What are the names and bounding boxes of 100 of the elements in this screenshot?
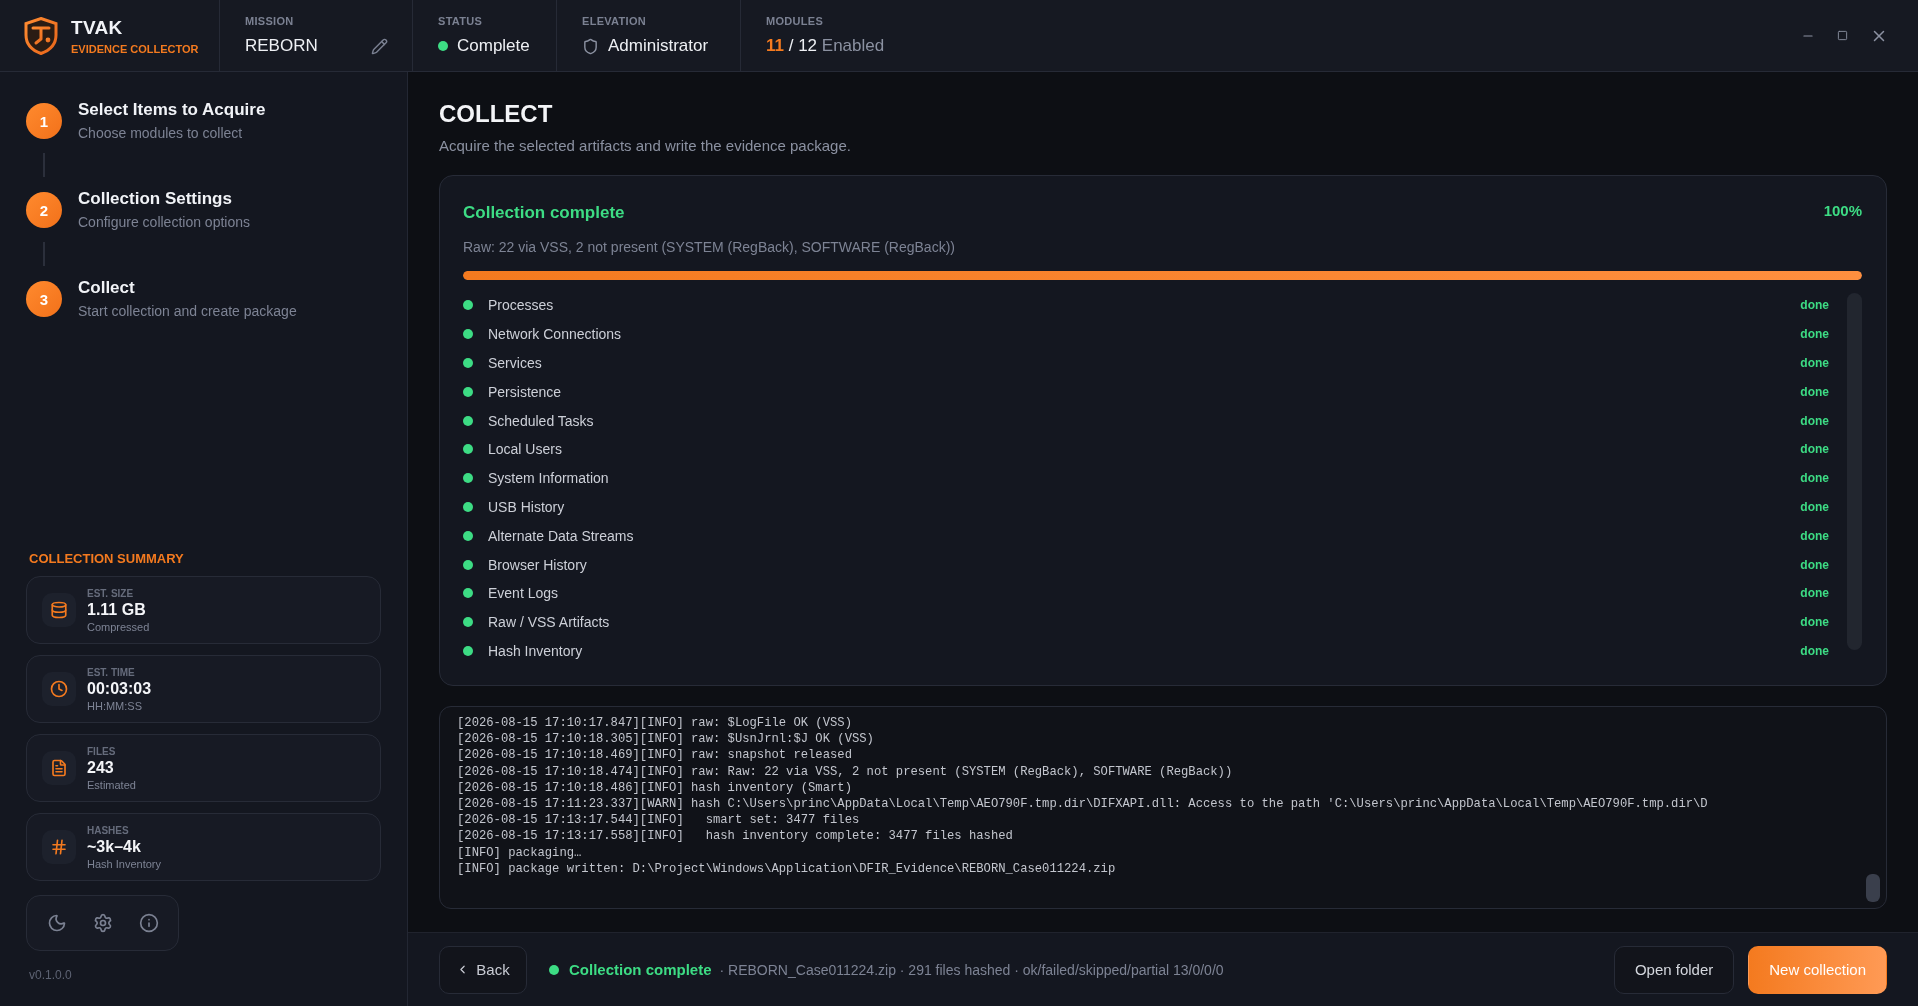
summary-label: EST. TIME [87, 666, 135, 678]
module-status: done [1800, 298, 1829, 313]
summary-label: HASHES [87, 824, 129, 836]
edit-icon[interactable] [371, 37, 388, 55]
module-status: done [1800, 586, 1829, 601]
step-title: Collect [78, 278, 135, 298]
back-button[interactable]: Back [439, 945, 527, 994]
module-status-dot [463, 300, 473, 311]
status-dot [438, 41, 448, 51]
step-subtitle: Configure collection options [78, 213, 250, 231]
module-status: done [1800, 557, 1829, 572]
summary-note: Compressed [87, 620, 150, 633]
modules-count: 11 / 12 Enabled [766, 36, 885, 56]
app-name: TVAK [71, 16, 123, 39]
module-status-dot [463, 559, 473, 570]
summary-value: ~3k–4k [87, 837, 141, 856]
module-status-dot [463, 358, 473, 368]
footer-status: Collection complete [569, 961, 712, 978]
summary-label: EST. SIZE [87, 587, 134, 599]
module-name: Local Users [488, 441, 562, 458]
module-status: done [1800, 413, 1829, 428]
module-name: System Information [488, 470, 609, 487]
page-description: Acquire the selected artifacts and write the evidence package. [439, 137, 851, 155]
shield-icon [582, 37, 599, 55]
elevation-value: Administrator [608, 36, 709, 56]
module-status-dot [463, 645, 473, 656]
summary-value: 1.11 GB [87, 600, 146, 619]
hash-icon [42, 830, 76, 864]
info-icon[interactable] [139, 913, 159, 933]
log-line: [2026-08-15 17:13:17.544][INFO] smart set: 3477 files [457, 812, 860, 829]
module-status-dot [463, 617, 473, 628]
field-label: MISSION [245, 15, 294, 27]
status-dot [549, 964, 559, 975]
moon-icon[interactable] [47, 913, 67, 933]
field-label: MODULES [766, 15, 824, 27]
module-status-dot [463, 588, 473, 599]
module-status: done [1800, 327, 1829, 342]
page-title: COLLECT [439, 100, 553, 128]
summary-value: 00:03:03 [87, 679, 152, 698]
summary-value: 243 [87, 758, 114, 777]
module-name: USB History [488, 498, 565, 515]
module-status-dot [463, 415, 473, 426]
summary-note: Hash Inventory [87, 857, 161, 870]
module-name: Alternate Data Streams [488, 527, 634, 544]
scrollbar-thumb[interactable] [1866, 874, 1880, 902]
step-number: 3 [26, 281, 62, 317]
module-status: done [1800, 442, 1829, 457]
module-name: Scheduled Tasks [488, 412, 594, 429]
log-line: [2026-08-15 17:10:18.474][INFO] raw: Raw: 22 via VSS, 2 not present (SYSTEM (RegBack), SOFTWARE (RegBack)) [457, 763, 1233, 780]
module-status: done [1800, 499, 1829, 514]
log-line: [2026-08-15 17:11:23.337][WARN] hash C:\Users\princ\AppData\Local\Temp\AEO790F.tmp.dir\DIFXAPI.dll: Access to the path 'C:\Users\princ\AppData\Local\Temp\AEO790F.tmp.dir\D [457, 796, 1708, 813]
module-status: done [1800, 528, 1829, 543]
module-status: done [1800, 615, 1829, 630]
progress-detail: Raw: 22 via VSS, 2 not present (SYSTEM (RegBack), SOFTWARE (RegBack)) [463, 238, 955, 256]
log-line: [2026-08-15 17:10:17.847][INFO] raw: $LogFile OK (VSS) [457, 715, 852, 732]
field-label: STATUS [438, 15, 483, 27]
settings-icon[interactable] [93, 913, 113, 933]
module-name: Browser History [488, 556, 587, 573]
module-status: done [1800, 356, 1829, 370]
footer-details: · REBORN_Case011224.zip · 291 files hashed · ok/failed/skipped/partial 13/0/0/0 [719, 961, 1224, 978]
summary-label: FILES [87, 745, 116, 757]
log-line: [2026-08-15 17:10:18.305][INFO] raw: $UsnJrnl:$J OK (VSS) [457, 731, 874, 748]
step-number: 2 [26, 192, 62, 228]
log-line: [INFO] package written: D:\Project\Windows\Application\DFIR_Evidence\REBORN_Case011224.zip [457, 860, 1116, 878]
app-tagline: EVIDENCE COLLECTOR [71, 42, 199, 55]
module-status-dot [463, 329, 473, 340]
module-name: Network Connections [488, 326, 622, 343]
step-subtitle: Choose modules to collect [78, 124, 243, 142]
module-status-dot [463, 530, 473, 541]
module-status-dot [463, 473, 473, 484]
open-folder-button[interactable]: Open folder [1613, 945, 1735, 994]
summary-heading: COLLECTION SUMMARY [29, 551, 184, 566]
module-name: Processes [488, 297, 554, 314]
module-status: done [1800, 384, 1829, 399]
module-status-dot [463, 501, 473, 512]
module-name: Services [488, 355, 542, 371]
summary-note: Estimated [87, 778, 136, 791]
progress-percent: 100% [1823, 201, 1862, 219]
progress-title: Collection complete [463, 202, 625, 224]
clock-icon [42, 672, 76, 706]
log-line: [2026-08-15 17:10:18.486][INFO] hash inventory (Smart) [457, 779, 852, 796]
module-name: Hash Inventory [488, 642, 583, 659]
module-status: done [1800, 643, 1829, 658]
log-line: [INFO] packaging… [457, 844, 582, 861]
summary-note: HH:MM:SS [87, 699, 142, 712]
log-line: [2026-08-15 17:13:17.558][INFO] hash inventory complete: 3477 files hashed [457, 828, 1013, 845]
mission-name: REBORN [245, 36, 318, 56]
module-status-dot [463, 444, 473, 455]
database-icon [42, 593, 76, 627]
step-title: Select Items to Acquire [78, 100, 266, 120]
maximize-icon[interactable] [1837, 30, 1848, 41]
step-number: 1 [26, 103, 62, 139]
module-name: Persistence [488, 383, 562, 400]
module-name: Event Logs [488, 585, 559, 602]
field-label: ELEVATION [582, 15, 647, 27]
document-icon [42, 751, 76, 785]
status-value: Complete [457, 36, 530, 56]
log-line: [2026-08-15 17:10:18.469][INFO] raw: snapshot released [457, 747, 852, 764]
logo-icon [24, 16, 58, 55]
version-label: v0.1.0.0 [29, 968, 72, 982]
